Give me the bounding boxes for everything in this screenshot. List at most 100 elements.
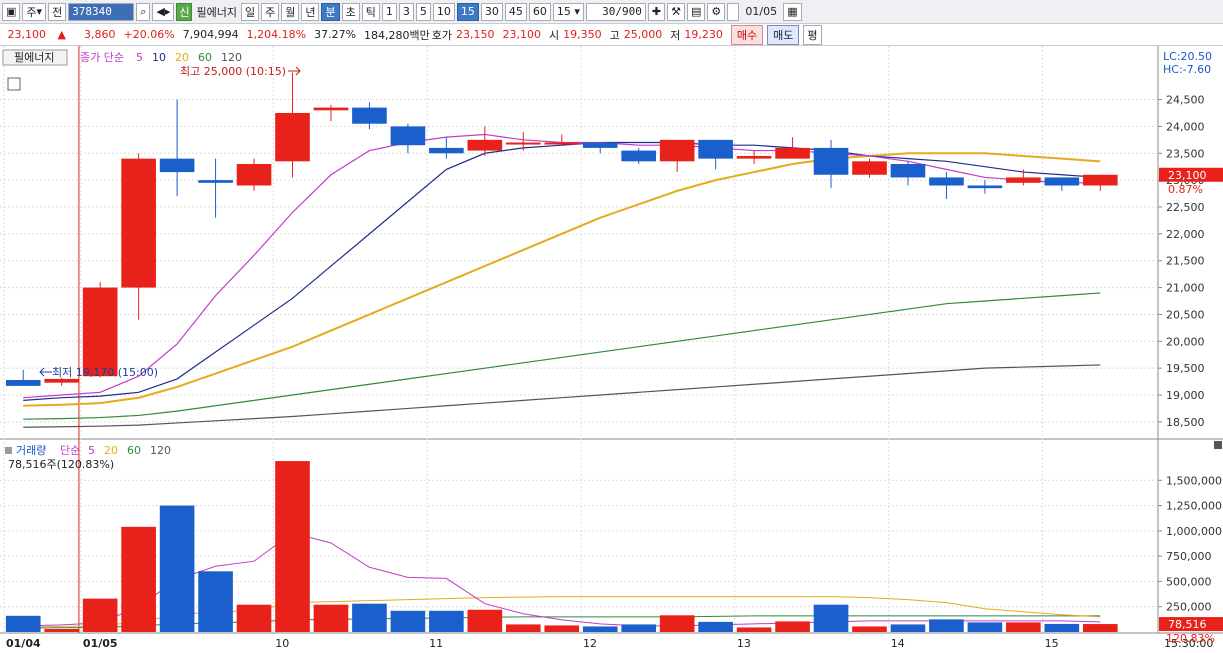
buy-button[interactable]: 매수 [730,24,764,45]
ma-legend-title: 종가 단순 [80,51,124,64]
interval-button-60[interactable]: 60 [528,2,551,21]
price-tick-label: 18,500 [1166,416,1205,429]
interval-button-15[interactable]: 15 [456,2,479,21]
market-all-button[interactable]: 전 [48,2,67,21]
candle-up [467,139,503,151]
current-price-label: 23,100 [1168,169,1207,182]
volume-info-line: 78,516주(120.83%) [8,458,114,471]
price-volume-chart[interactable]: 18,500 19,000 19,500 20,000 20,500 21,000 21,5… [0,46,1223,653]
time-tick-label: 12 [583,637,597,650]
stock-code-input[interactable]: 378340 [68,2,135,21]
low-label: 저 [670,28,681,42]
candle-down [890,164,926,178]
calendar-icon[interactable]: ▦ [783,2,802,21]
interval-button-3[interactable]: 3 [398,2,414,21]
price-tick-label: 20,000 [1166,335,1205,348]
crosshair-icon[interactable]: ✚ [647,2,666,21]
stock-name-text: 필에너지 [14,51,54,64]
candle-up [1082,174,1118,186]
period-button-월[interactable]: 월 [281,2,300,21]
bid-value: 23,100 [502,28,542,41]
tools-icon[interactable]: ⚒ [667,2,685,21]
open-label: 시 [549,28,560,42]
price-tick-label: 21,000 [1166,282,1205,295]
volume-bar [659,615,695,632]
hc-label: HC:-7.60 [1163,63,1211,76]
volume-ma-legend-5: 5 [88,444,95,457]
period-button-초[interactable]: 초 [341,2,360,21]
interval-button-10[interactable]: 10 [432,2,455,21]
volume-bar [1044,623,1080,632]
volume-ma-legend-120: 120 [150,444,171,457]
candle-down [813,147,849,175]
volume-bar [929,619,964,632]
ma-legend-10: 10 [152,51,166,64]
price-tick-label: 22,000 [1166,228,1205,241]
period-button-일[interactable]: 일 [240,2,260,21]
period-button-년[interactable]: 년 [301,2,320,21]
interval-button-30[interactable]: 30 [480,2,503,21]
time-tick-label: 15 [1045,637,1059,650]
ma-legend-20: 20 [175,51,189,64]
chart-menu-icon[interactable]: ▣ [2,2,21,21]
candle-down [198,180,233,183]
chart-toolbar: ▣ 주 ▾ 전 378340 ⌕ ◀▸ 신 필에너지 일주월년분초틱 1 3 5 10 1… [0,0,1223,24]
candle-up [121,158,156,288]
candle-up [275,112,310,162]
candle-down [621,150,657,162]
interval-button-5[interactable]: 5 [415,2,431,21]
gear-icon[interactable]: ⚙ [707,2,726,21]
date-input[interactable]: 01/05 [741,3,781,21]
volume-title: 거래량 [16,444,46,457]
search-icon[interactable]: ⌕ [136,2,151,21]
save-icon[interactable]: ▤ [686,2,706,21]
volume-bar [698,621,733,632]
data-counter[interactable]: 30/900 [585,2,646,21]
time-tick-label: 11 [429,637,443,650]
volume-value: 7,904,994 [182,28,239,41]
volume-bar [1082,624,1118,632]
price-tick-label: 19,000 [1166,389,1205,402]
time-tick-label: 01/04 [6,637,41,650]
sin-badge: 신 [176,2,193,21]
high-value: 25,000 [623,28,663,41]
chevron-down-icon: ▾ [36,5,43,18]
current-volume-pct: 120.83% [1166,632,1215,645]
price-tick-label: 23,500 [1166,147,1205,160]
volume-bar [890,624,926,632]
volume-bar [44,628,80,632]
volume-tick-label: 500,000 [1166,575,1212,588]
price-tick-label: 24,500 [1166,94,1205,107]
volume-bar [467,609,503,632]
candle-down [929,177,964,186]
volume-ma-legend-60: 60 [127,444,141,457]
time-tick-label: 01/05 [83,637,118,650]
market-type-select[interactable]: 주 ▾ [22,2,47,21]
candle-down [390,126,426,146]
period-button-주[interactable]: 주 [261,2,280,21]
time-tick-label: 14 [891,637,905,650]
interval-select[interactable]: 15 ▾ [552,2,584,21]
sound-icon[interactable]: ◀▸ [152,2,175,21]
volume-bar [313,604,349,632]
period-button-틱[interactable]: 틱 [361,2,380,21]
eval-button[interactable]: 평 [803,24,822,45]
chevron-down-icon: ▾ [574,5,580,18]
price-tick-label: 21,500 [1166,255,1205,268]
volume-tick-label: 1,500,000 [1166,474,1222,487]
candle-up [736,155,772,159]
volume-ma-legend-20: 20 [104,444,118,457]
volume-ratio: 1,204.18% [246,28,307,41]
volume-ma-title: 단순 [60,444,80,457]
date-checkbox[interactable] [727,2,740,21]
volume-bar [544,625,580,632]
volume-bar [775,621,810,632]
time-tick-label: 10 [275,637,289,650]
volume-bar [275,461,310,632]
period-button-분[interactable]: 분 [321,2,340,21]
interval-button-1[interactable]: 1 [381,2,397,21]
candle-down [582,142,618,148]
interval-button-45[interactable]: 45 [504,2,527,21]
sell-button[interactable]: 매도 [767,24,800,45]
grid-toggle-icon [7,77,21,91]
